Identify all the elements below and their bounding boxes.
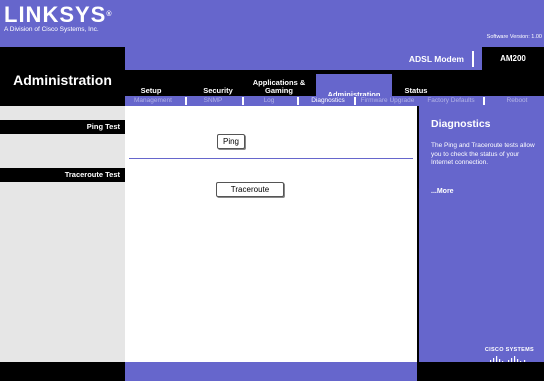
product-separator bbox=[472, 51, 474, 67]
tab-status[interactable]: Status bbox=[396, 76, 436, 98]
subtab-snmp[interactable]: SNMP bbox=[191, 96, 235, 106]
subtab-log[interactable]: Log bbox=[247, 96, 291, 106]
subtab-separator bbox=[483, 97, 485, 105]
brand-name: LINKSYS® bbox=[4, 2, 113, 27]
software-version: Software Version: 1.00 bbox=[486, 34, 542, 40]
traceroute-test-heading: Traceroute Test bbox=[0, 168, 125, 182]
subtab-factory-defaults[interactable]: Factory Defaults bbox=[421, 96, 481, 106]
subtab-management[interactable]: Management bbox=[127, 96, 179, 106]
tab-setup[interactable]: Setup bbox=[131, 76, 171, 98]
help-panel-border bbox=[417, 106, 419, 362]
product-bar: ADSL Modem AM200 bbox=[0, 47, 544, 70]
subtab-diagnostics[interactable]: Diagnostics bbox=[303, 96, 353, 106]
sub-navigation: Management SNMP Log Diagnostics Firmware… bbox=[125, 96, 544, 106]
subtab-separator bbox=[185, 97, 187, 105]
traceroute-button[interactable]: Traceroute bbox=[216, 182, 284, 197]
ping-button[interactable]: Ping bbox=[217, 134, 245, 149]
help-panel: Diagnostics The Ping and Traceroute test… bbox=[417, 106, 544, 363]
more-link[interactable]: ...More bbox=[431, 188, 454, 195]
footer-bar-fill bbox=[125, 362, 417, 381]
product-bar-fill: ADSL Modem AM200 bbox=[125, 47, 544, 70]
ping-test-heading: Ping Test bbox=[0, 120, 125, 134]
model-number: AM200 bbox=[482, 47, 544, 70]
subtab-separator bbox=[297, 97, 299, 105]
subtab-firmware-upgrade[interactable]: Firmware Upgrade bbox=[356, 96, 419, 106]
tab-security[interactable]: Security bbox=[193, 76, 243, 98]
section-labels-column: Ping Test Traceroute Test bbox=[0, 106, 125, 362]
linksys-logo: LINKSYS® A Division of Cisco Systems, In… bbox=[4, 2, 113, 34]
subtab-reboot[interactable]: Reboot bbox=[497, 96, 537, 106]
product-name: ADSL Modem bbox=[408, 54, 464, 64]
footer-bar bbox=[0, 362, 544, 381]
tab-applications-gaming[interactable]: Applications & Gaming bbox=[246, 76, 312, 98]
page-title: Administration bbox=[13, 72, 112, 88]
help-title: Diagnostics bbox=[431, 118, 491, 130]
subtab-separator bbox=[242, 97, 244, 105]
main-content: Ping Traceroute bbox=[125, 106, 417, 362]
help-text: The Ping and Traceroute tests allow you … bbox=[431, 142, 535, 166]
cisco-name: CISCO SYSTEMS bbox=[484, 347, 534, 353]
section-divider bbox=[129, 158, 413, 159]
header: LINKSYS® A Division of Cisco Systems, In… bbox=[0, 0, 544, 47]
brand-tagline: A Division of Cisco Systems, Inc. bbox=[4, 26, 99, 33]
